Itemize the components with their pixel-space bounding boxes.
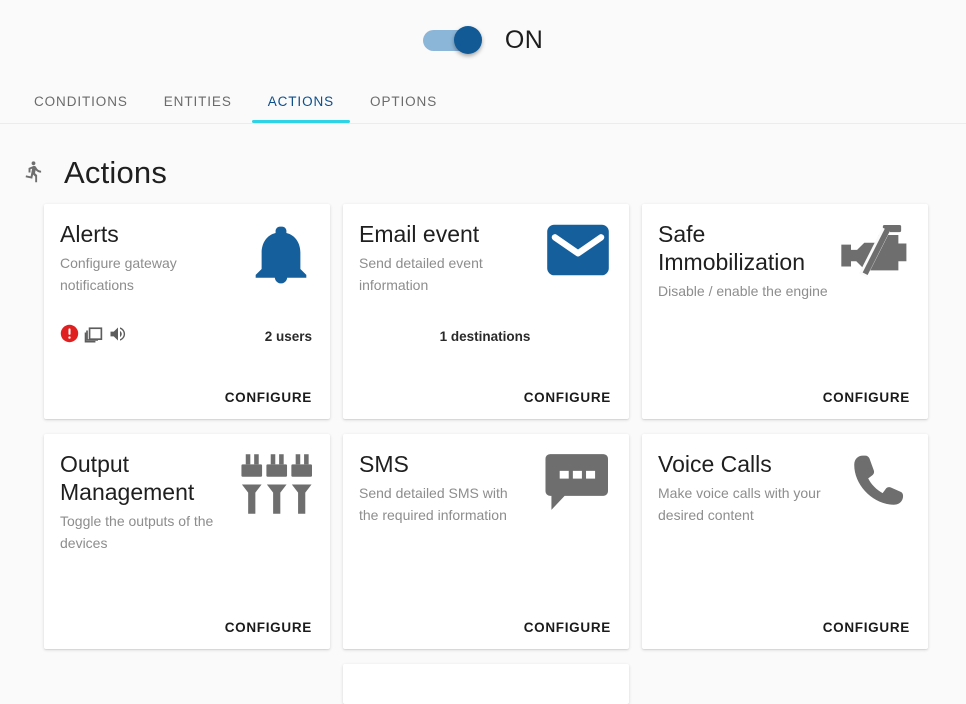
card-meta-row: [658, 554, 910, 578]
toggle-thumb[interactable]: [453, 26, 482, 54]
action-card-alerts[interactable]: Alerts Configure gateway notifications 2…: [44, 204, 330, 419]
action-card-partial[interactable]: [343, 664, 629, 704]
card-header: Voice Calls Make voice calls with your d…: [658, 450, 910, 526]
card-meta-row: [658, 324, 910, 348]
tab-label: ENTITIES: [163, 93, 232, 109]
configure-button[interactable]: CONFIGURE: [823, 390, 910, 405]
tab-options[interactable]: OPTIONS: [352, 79, 455, 123]
grid-spacer: [44, 664, 330, 665]
card-header: SMS Send detailed SMS with the required …: [359, 450, 611, 526]
page-title: Actions: [64, 154, 168, 190]
tab-label: OPTIONS: [370, 93, 438, 109]
card-meta-icons: [60, 323, 128, 349]
card-text: Email event Send detailed event informat…: [359, 220, 529, 296]
envelope-icon: [537, 222, 611, 288]
actions-card-grid-next-row: [0, 664, 966, 704]
card-text: Voice Calls Make voice calls with your d…: [658, 450, 828, 526]
enable-toggle-row: ON: [0, 0, 966, 80]
card-text: Alerts Configure gateway notifications: [60, 220, 230, 296]
tab-actions[interactable]: ACTIONS: [250, 79, 352, 123]
card-title: Safe Immobilization: [658, 221, 805, 275]
running-person-icon: [18, 157, 46, 187]
actions-card-grid: Alerts Configure gateway notifications 2…: [0, 190, 966, 649]
card-meta-row: 2 users: [60, 324, 312, 348]
card-title: Alerts: [60, 221, 119, 247]
phone-icon: [836, 452, 910, 518]
tab-label: CONDITIONS: [34, 93, 128, 109]
toggle-state-label: ON: [504, 25, 544, 54]
card-count: 2 users: [264, 328, 312, 344]
card-text: Output Management Toggle the outputs of …: [60, 450, 230, 554]
tab-entities[interactable]: ENTITIES: [146, 79, 250, 123]
action-card-output-management[interactable]: Output Management Toggle the outputs of …: [44, 434, 330, 649]
power-plugs-icon: [238, 452, 312, 518]
card-meta-row: [359, 554, 611, 578]
card-meta-row: [60, 554, 312, 578]
card-subtitle: Make voice calls with your desired conte…: [658, 485, 821, 523]
card-text: Safe Immobilization Disable / enable the…: [658, 220, 828, 302]
enable-toggle[interactable]: [422, 26, 487, 54]
page-header: Actions: [0, 124, 966, 190]
configure-button[interactable]: CONFIGURE: [524, 390, 611, 405]
action-card-voice-calls[interactable]: Voice Calls Make voice calls with your d…: [642, 434, 928, 649]
action-card-email-event[interactable]: Email event Send detailed event informat…: [343, 204, 629, 419]
card-text: SMS Send detailed SMS with the required …: [359, 450, 529, 526]
bell-icon: [238, 222, 312, 288]
window-copy-icon: [83, 323, 104, 349]
tab-conditions[interactable]: CONDITIONS: [16, 79, 146, 123]
configure-button[interactable]: CONFIGURE: [823, 620, 910, 635]
configure-button[interactable]: CONFIGURE: [225, 390, 312, 405]
card-title: Email event: [359, 221, 480, 247]
tab-bar: CONDITIONS ENTITIES ACTIONS OPTIONS: [0, 80, 966, 124]
card-subtitle: Send detailed SMS with the required info…: [359, 485, 508, 523]
card-header: Output Management Toggle the outputs of …: [60, 450, 312, 554]
card-title: Output Management: [60, 451, 195, 505]
alert-circle-icon: [60, 324, 79, 348]
configure-button[interactable]: CONFIGURE: [524, 620, 611, 635]
action-card-sms[interactable]: SMS Send detailed SMS with the required …: [343, 434, 629, 649]
card-title: SMS: [359, 451, 409, 477]
card-title: Voice Calls: [658, 451, 772, 477]
tab-label: ACTIONS: [267, 93, 335, 109]
chat-bubble-icon: [537, 452, 611, 518]
card-subtitle: Configure gateway notifications: [60, 255, 177, 293]
card-header: Email event Send detailed event informat…: [359, 220, 611, 296]
engine-off-icon: [836, 222, 910, 288]
card-meta-row: 1 destinations: [359, 324, 611, 348]
card-count: 1 destinations: [439, 328, 531, 344]
action-card-safe-immobilization[interactable]: Safe Immobilization Disable / enable the…: [642, 204, 928, 419]
card-header: Safe Immobilization Disable / enable the…: [658, 220, 910, 302]
speaker-icon: [108, 324, 128, 349]
card-subtitle: Toggle the outputs of the devices: [60, 513, 214, 551]
card-subtitle: Disable / enable the engine: [658, 283, 828, 299]
configure-button[interactable]: CONFIGURE: [225, 620, 312, 635]
tab-underline: [251, 120, 351, 123]
card-header: Alerts Configure gateway notifications: [60, 220, 312, 296]
card-subtitle: Send detailed event information: [359, 255, 483, 293]
